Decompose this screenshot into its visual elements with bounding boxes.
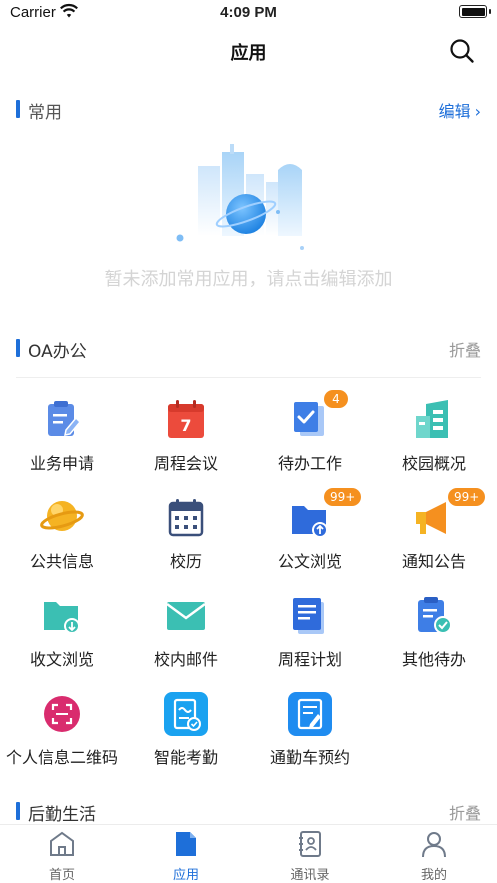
section-marker <box>16 802 20 820</box>
home-icon <box>50 831 74 856</box>
app-label: 其他待办 <box>401 650 466 669</box>
app-label: 智能考勤 <box>153 748 218 767</box>
app-todo-work[interactable]: 4 待办工作 <box>248 390 372 494</box>
notice-badge: 99+ <box>448 488 486 506</box>
calendar-grid-icon <box>168 499 204 537</box>
app-label: 公文浏览 <box>277 552 342 571</box>
app-internal-mail[interactable]: 校内邮件 <box>124 594 248 690</box>
favorites-header: 常用 编辑 › <box>16 94 481 124</box>
clipboard-check-icon <box>418 597 452 634</box>
status-time: 4:09 PM <box>220 4 277 21</box>
tab-contacts[interactable]: 通讯录 <box>248 825 372 883</box>
app-label: 校园概况 <box>401 454 466 473</box>
app-label: 收文浏览 <box>29 650 94 669</box>
tab-label: 应用 <box>172 868 199 883</box>
app-personal-qr[interactable]: 个人信息二维码 <box>0 692 124 788</box>
contacts-icon <box>299 831 321 857</box>
app-label: 公共信息 <box>29 552 94 571</box>
todo-badge: 4 <box>324 390 348 408</box>
favorites-title: 常用 <box>28 103 62 123</box>
logistics-header: 后勤生活 折叠 <box>16 796 481 826</box>
app-doc-icon <box>176 832 196 856</box>
app-label: 业务申请 <box>29 454 94 473</box>
tab-home[interactable]: 首页 <box>0 825 124 883</box>
app-attendance[interactable]: 智能考勤 <box>124 692 248 788</box>
document-badge: 99+ <box>324 488 362 506</box>
scan-icon <box>44 696 80 732</box>
app-commuter-bus[interactable]: 通勤车预约 <box>248 692 372 788</box>
divider <box>16 377 481 378</box>
page-title: 应用 <box>230 43 267 64</box>
tab-bar: 首页 应用 通讯录 我的 <box>0 824 497 883</box>
empty-city-illustration <box>176 144 304 250</box>
calendar-day-number: 7 <box>180 416 191 435</box>
chevron-right-icon: › <box>474 102 481 121</box>
app-other-todo[interactable]: 其他待办 <box>372 594 496 690</box>
planet-icon <box>40 501 84 531</box>
tab-label: 通讯录 <box>290 868 330 883</box>
logistics-title: 后勤生活 <box>28 805 96 825</box>
document-lines-icon <box>293 598 324 634</box>
bus-booking-icon <box>288 692 332 736</box>
tab-apps[interactable]: 应用 <box>124 825 248 883</box>
mail-icon <box>166 602 206 630</box>
tab-label: 我的 <box>420 868 447 883</box>
app-label: 校内邮件 <box>153 650 218 669</box>
app-document-browse[interactable]: 99+ 公文浏览 <box>248 488 372 592</box>
app-received-docs[interactable]: 收文浏览 <box>0 594 124 690</box>
edit-label: 编辑 <box>438 102 471 121</box>
folder-download-icon <box>44 602 80 634</box>
section-marker <box>16 100 20 118</box>
clipboard-edit-icon <box>48 401 82 436</box>
battery-tip <box>489 9 491 14</box>
app-business-application[interactable]: 业务申请 <box>0 398 124 494</box>
calendar-7-icon: 7 <box>168 400 204 438</box>
attendance-icon <box>164 692 208 736</box>
oa-title: OA办公 <box>28 342 87 362</box>
app-label: 周程会议 <box>153 454 218 473</box>
tab-label: 首页 <box>48 868 75 883</box>
app-school-calendar[interactable]: 校历 <box>124 496 248 592</box>
logistics-collapse-button[interactable]: 折叠 <box>449 800 481 824</box>
empty-favorites-message: 暂未添加常用应用，请点击编辑添加 <box>104 269 393 290</box>
app-weekly-meeting[interactable]: 7 周程会议 <box>124 398 248 494</box>
buildings-icon <box>416 400 448 438</box>
status-bar: Carrier 4:09 PM <box>0 0 497 26</box>
app-campus-overview[interactable]: 校园概况 <box>372 398 496 494</box>
app-label: 个人信息二维码 <box>6 748 119 767</box>
nav-bar: 应用 <box>0 26 497 76</box>
edit-button[interactable]: 编辑 › <box>439 98 481 122</box>
section-marker <box>16 339 20 357</box>
tab-profile[interactable]: 我的 <box>372 825 496 883</box>
oa-header: OA办公 折叠 <box>16 333 481 363</box>
app-weekly-plan[interactable]: 周程计划 <box>248 594 372 690</box>
oa-collapse-button[interactable]: 折叠 <box>449 337 481 361</box>
profile-icon <box>422 832 446 858</box>
search-icon[interactable] <box>449 38 475 64</box>
app-label: 周程计划 <box>277 650 342 669</box>
app-notices[interactable]: 99+ 通知公告 <box>372 488 496 592</box>
app-label: 待办工作 <box>277 454 342 473</box>
battery-icon <box>459 5 487 18</box>
app-label: 通知公告 <box>401 552 466 571</box>
app-public-info[interactable]: 公共信息 <box>0 496 124 592</box>
app-label: 校历 <box>169 552 202 571</box>
app-label: 通勤车预约 <box>269 748 350 767</box>
